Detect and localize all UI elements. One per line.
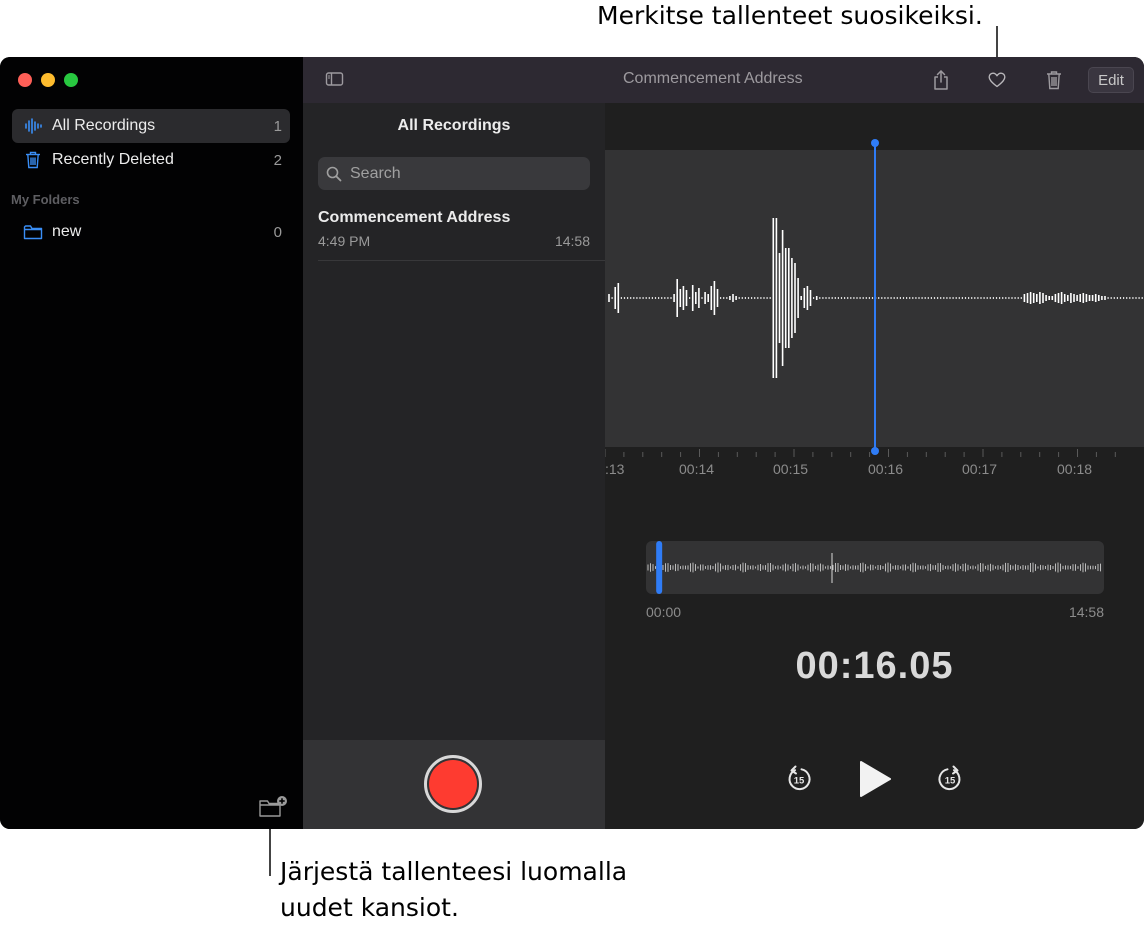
list-divider xyxy=(318,260,605,261)
minimize-window-button[interactable] xyxy=(41,73,55,87)
new-folder-button[interactable] xyxy=(258,795,288,819)
recordings-list-panel: All Recordings Search Commencement Addre… xyxy=(303,57,605,829)
sidebar-item-label: Recently Deleted xyxy=(52,151,174,168)
edit-button[interactable]: Edit xyxy=(1088,67,1134,93)
sidebar-item-label: All Recordings xyxy=(52,117,156,134)
overview-start-time: 00:00 xyxy=(646,604,682,620)
sidebar-item-recently-deleted[interactable]: Recently Deleted 2 xyxy=(12,143,290,177)
tick-label: 00:18 xyxy=(1057,461,1093,477)
record-bar xyxy=(303,740,605,829)
search-icon xyxy=(326,166,342,181)
tick-label: 00:17 xyxy=(962,461,998,477)
skip-back-button[interactable]: 15 xyxy=(785,765,813,793)
skip-forward-15-icon: 15 xyxy=(938,765,961,791)
heart-icon xyxy=(988,72,1006,88)
record-button[interactable] xyxy=(424,755,482,813)
overview-scrubber[interactable] xyxy=(646,541,1104,594)
share-button[interactable] xyxy=(929,68,953,92)
waveform-icon xyxy=(20,118,46,134)
sidebar-toggle-button[interactable] xyxy=(325,71,345,92)
delete-button[interactable] xyxy=(1042,68,1066,92)
recording-time: 4:49 PM xyxy=(318,233,371,249)
voice-memos-window: All Recordings 1 Recently Deleted 2 My F… xyxy=(0,57,1144,829)
overview-playhead xyxy=(656,541,663,594)
tick-label: :13 xyxy=(605,461,625,477)
search-field[interactable]: Search xyxy=(318,157,590,190)
overview-end-time: 14:58 xyxy=(1068,604,1104,620)
favorite-button[interactable] xyxy=(985,68,1009,92)
skip-forward-seconds: 15 xyxy=(945,776,956,787)
current-time-display: 00:16.05 xyxy=(795,645,954,687)
play-button[interactable] xyxy=(858,760,892,798)
skip-back-seconds: 15 xyxy=(794,776,805,787)
sidebar-item-folder-new[interactable]: new 0 xyxy=(12,215,290,249)
sidebar: All Recordings 1 Recently Deleted 2 My F… xyxy=(0,57,303,829)
tick-label: 00:15 xyxy=(773,461,809,477)
sidebar-toggle-icon xyxy=(325,72,344,86)
callout-favorite: Merkitse tallenteet suosikeiksi. xyxy=(597,1,983,30)
callout-folders-line1: Järjestä tallenteesi luomalla xyxy=(280,857,628,886)
sidebar-item-all-recordings[interactable]: All Recordings 1 xyxy=(12,109,290,143)
window-title: Commencement Address xyxy=(623,70,803,87)
zoom-window-button[interactable] xyxy=(64,73,78,87)
trash-icon xyxy=(1047,71,1061,90)
sidebar-item-count: 2 xyxy=(273,151,282,169)
recording-list-item[interactable]: Commencement Address 4:49 PM 14:58 xyxy=(303,198,605,261)
playback-pane: :13 00:14 00:15 00:16 00:17 00:18 00:00 … xyxy=(605,57,1144,829)
skip-forward-button[interactable]: 15 xyxy=(936,765,964,793)
folder-icon xyxy=(20,224,46,240)
sidebar-item-count: 1 xyxy=(273,117,282,135)
record-dot-icon xyxy=(429,760,477,808)
recording-duration: 14:58 xyxy=(554,233,590,249)
ruler-ticks xyxy=(605,449,1116,457)
share-icon xyxy=(934,70,948,90)
list-title: All Recordings xyxy=(397,117,511,134)
overview-waveform xyxy=(647,541,1101,594)
recording-name: Commencement Address xyxy=(318,209,511,226)
skip-back-15-icon: 15 xyxy=(788,765,811,791)
new-folder-icon xyxy=(259,796,287,817)
close-window-button[interactable] xyxy=(18,73,32,87)
my-folders-heading: My Folders xyxy=(11,192,80,207)
playhead-handle xyxy=(871,139,879,147)
trash-icon xyxy=(20,151,46,169)
timeline-ruler: :13 00:14 00:15 00:16 00:17 00:18 xyxy=(605,449,1144,485)
tick-label: 00:16 xyxy=(868,461,904,477)
toolbar: Commencement Address Edit xyxy=(303,57,1144,103)
sidebar-item-count: 0 xyxy=(273,223,282,241)
sidebar-item-label: new xyxy=(52,223,82,240)
tick-label: 00:14 xyxy=(679,461,715,477)
callout-folders-line2: uudet kansiot. xyxy=(280,893,459,922)
play-icon xyxy=(860,761,891,797)
search-placeholder: Search xyxy=(350,164,401,182)
playhead[interactable] xyxy=(605,139,1144,459)
